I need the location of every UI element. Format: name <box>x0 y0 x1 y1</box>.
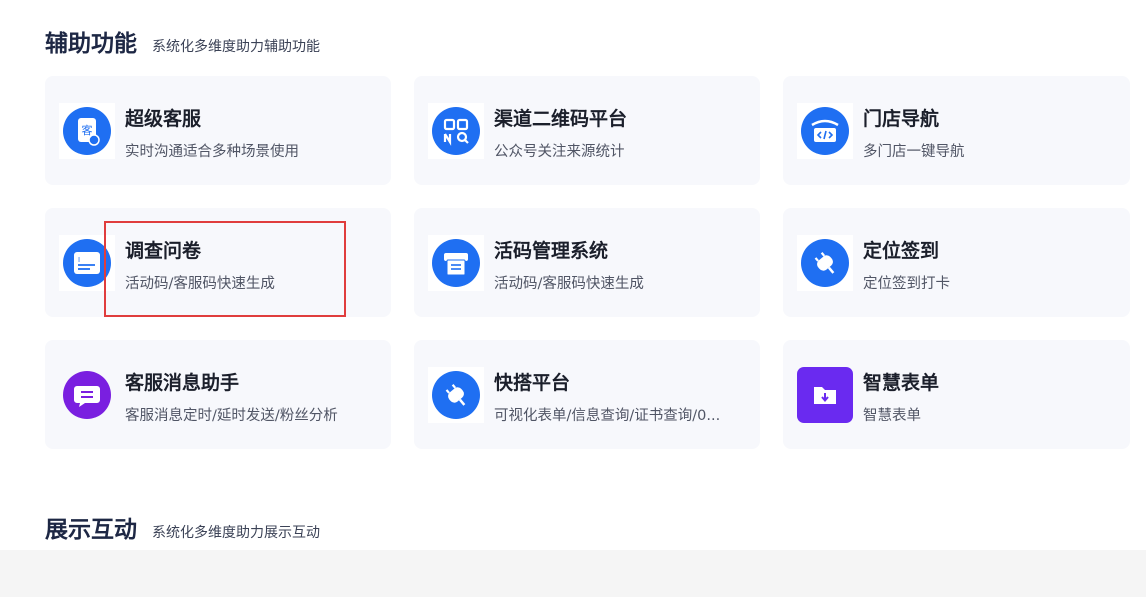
card-smart-form[interactable]: 智慧表单 智慧表单 <box>783 340 1130 449</box>
card-title: 渠道二维码平台 <box>494 108 628 130</box>
card-location-checkin[interactable]: 定位签到 定位签到打卡 <box>783 208 1130 317</box>
section-header-assist: 辅助功能 系统化多维度助力辅助功能 <box>45 24 320 58</box>
location-checkin-icon <box>797 235 853 291</box>
section-content-area <box>0 550 1146 597</box>
card-channel-qr-platform[interactable]: 渠道二维码平台 公众号关注来源统计 <box>414 76 760 185</box>
card-title: 门店导航 <box>863 108 940 130</box>
card-title: 快搭平台 <box>494 372 571 394</box>
message-assistant-icon <box>59 367 115 423</box>
page: 辅助功能 系统化多维度助力辅助功能 客 超级客服 实时沟通适合多种场景使用 渠道… <box>0 0 1146 597</box>
live-code-icon <box>428 235 484 291</box>
card-title: 定位签到 <box>863 240 940 262</box>
store-navigation-icon <box>797 103 853 159</box>
card-title: 超级客服 <box>125 108 202 130</box>
card-live-code-management[interactable]: 活码管理系统 活动码/客服码快速生成 <box>414 208 760 317</box>
card-desc: 活动码/客服码快速生成 <box>125 276 275 292</box>
card-desc: 公众号关注来源统计 <box>494 144 625 160</box>
card-super-customer-service[interactable]: 客 超级客服 实时沟通适合多种场景使用 <box>45 76 391 185</box>
section-header-display: 展示互动 系统化多维度助力展示互动 <box>45 510 320 544</box>
card-title: 活码管理系统 <box>494 240 609 262</box>
card-desc: 定位签到打卡 <box>863 276 950 292</box>
card-survey[interactable]: I 调查问卷 活动码/客服码快速生成 <box>45 208 391 317</box>
svg-text:I: I <box>78 256 80 264</box>
card-desc: 客服消息定时/延时发送/粉丝分析 <box>125 408 338 424</box>
section-subtitle: 系统化多维度助力辅助功能 <box>152 39 320 55</box>
feature-grid: 客 超级客服 实时沟通适合多种场景使用 渠道二维码平台 公众号关注来源统计 门店… <box>45 76 1130 449</box>
card-desc: 活动码/客服码快速生成 <box>494 276 644 292</box>
card-desc: 可视化表单/信息查询/证书查询/0... <box>494 408 721 424</box>
customer-service-icon: 客 <box>59 103 115 159</box>
card-desc: 实时沟通适合多种场景使用 <box>125 144 299 160</box>
svg-text:客: 客 <box>82 123 93 137</box>
quick-build-icon <box>428 367 484 423</box>
section-title: 辅助功能 <box>45 31 137 57</box>
card-title: 调查问卷 <box>125 240 202 262</box>
smart-form-icon <box>797 367 853 423</box>
card-desc: 多门店一键导航 <box>863 144 965 160</box>
card-store-navigation[interactable]: 门店导航 多门店一键导航 <box>783 76 1130 185</box>
section-subtitle: 系统化多维度助力展示互动 <box>152 525 320 541</box>
section-title: 展示互动 <box>45 517 137 543</box>
card-desc: 智慧表单 <box>863 408 921 424</box>
card-title: 智慧表单 <box>863 372 940 394</box>
survey-icon: I <box>59 235 115 291</box>
card-quick-build-platform[interactable]: 快搭平台 可视化表单/信息查询/证书查询/0... <box>414 340 760 449</box>
qr-code-icon <box>428 103 484 159</box>
card-message-assistant[interactable]: 客服消息助手 客服消息定时/延时发送/粉丝分析 <box>45 340 391 449</box>
card-title: 客服消息助手 <box>125 372 240 394</box>
